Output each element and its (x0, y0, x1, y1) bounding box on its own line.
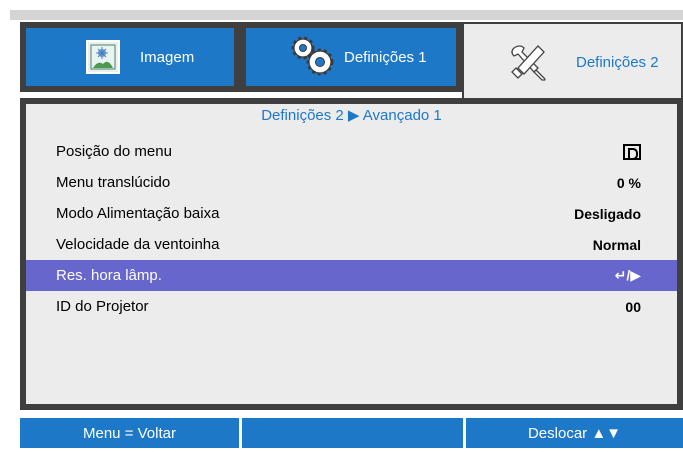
gears-icon (290, 36, 336, 78)
tab-imagem-inner: Imagem (26, 28, 234, 86)
row-label: Posição do menu (56, 143, 172, 160)
row-label: ID do Projetor (56, 298, 149, 315)
row-label: Res. hora lâmp. (56, 267, 162, 284)
tab-definicoes-1-inner: Definições 1 (246, 28, 456, 86)
osd-menu: Imagem Definições 1 Definições 2 Definiç… (0, 0, 683, 452)
tab-definicoes-1-label: Definições 1 (344, 48, 427, 66)
row-label: Modo Alimentação baixa (56, 205, 220, 222)
settings-list: Posição do menu Menu translúcido 0 % Mod… (26, 136, 677, 322)
row-modo-alimentacao[interactable]: Modo Alimentação baixa Desligado (26, 198, 677, 229)
footer-menu-back: Menu = Voltar (20, 418, 239, 448)
footer-middle (242, 418, 463, 448)
breadcrumb: Definições 2 ▶ Avançado 1 (261, 107, 442, 124)
settings-panel: Definições 2 ▶ Avançado 1 Posição do men… (20, 98, 683, 410)
row-res-hora-lamp[interactable]: Res. hora lâmp. ↵/▶ (26, 260, 677, 291)
row-value: 0 % (616, 174, 641, 191)
row-menu-translucido[interactable]: Menu translúcido 0 % (26, 167, 677, 198)
settings-panel-inner: Definições 2 ▶ Avançado 1 Posição do men… (26, 104, 677, 404)
tab-definicoes-2-label: Definições 2 (576, 53, 659, 71)
top-strip (10, 10, 683, 20)
tab-definicoes-2[interactable]: Definições 2 (462, 22, 683, 100)
row-value: 00 (625, 298, 641, 315)
footer-bar: Menu = Voltar Deslocar ▲▼ (20, 418, 683, 448)
enter-arrow-icon: ↵/▶ (614, 267, 641, 283)
picture-icon (86, 40, 120, 74)
tab-imagem-label: Imagem (140, 48, 195, 66)
tab-imagem[interactable]: Imagem (20, 22, 240, 92)
tab-definicoes-1[interactable]: Definições 1 (240, 22, 462, 92)
row-velocidade-ventoinha[interactable]: Velocidade da ventoinha Normal (26, 229, 677, 260)
menu-position-icon (623, 143, 641, 160)
row-value: Desligado (574, 205, 641, 222)
tools-icon (508, 42, 550, 82)
row-label: Menu translúcido (56, 174, 171, 191)
row-id-projetor[interactable]: ID do Projetor 00 (26, 291, 677, 322)
row-label: Velocidade da ventoinha (56, 236, 220, 253)
row-value: Normal (592, 236, 641, 253)
footer-scroll-hint: Deslocar ▲▼ (465, 418, 683, 448)
row-posicao-menu[interactable]: Posição do menu (26, 136, 677, 167)
